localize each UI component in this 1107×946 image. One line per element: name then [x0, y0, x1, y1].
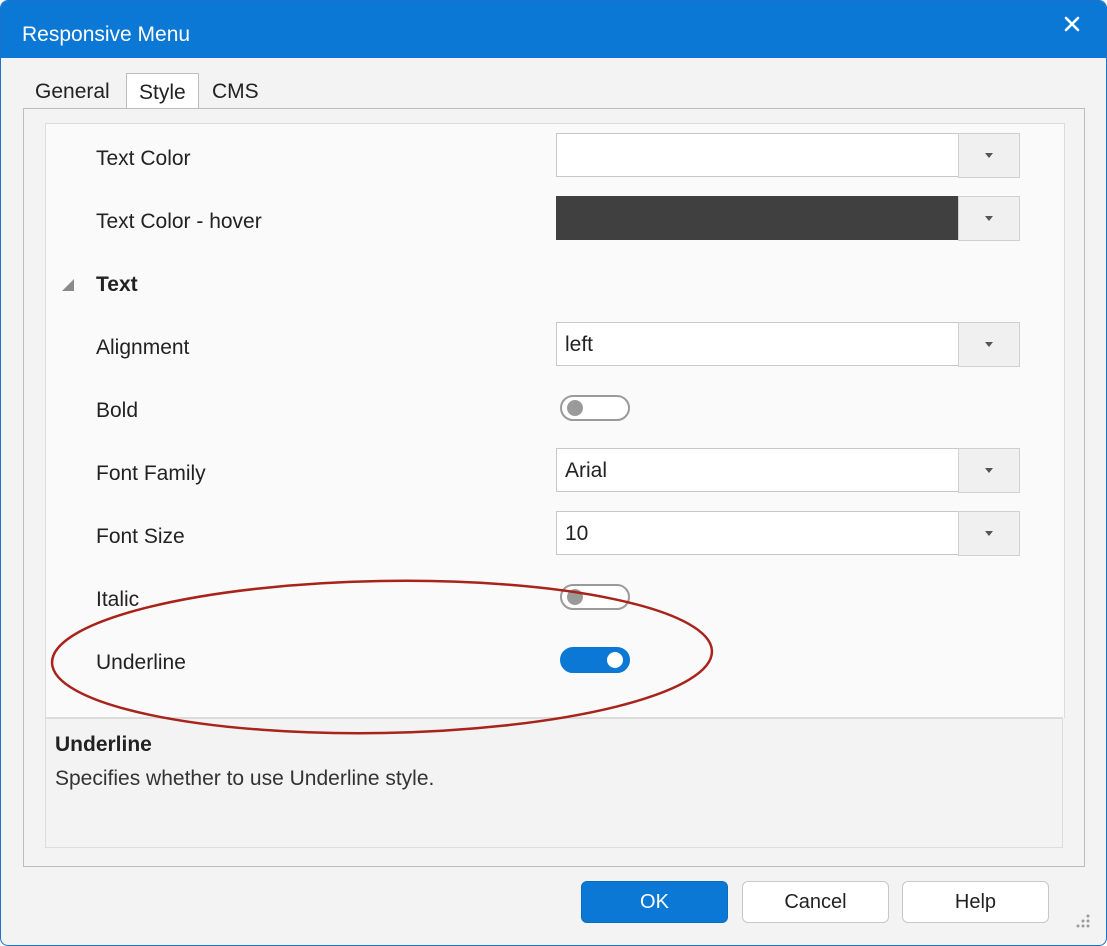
tab-general[interactable]: General	[35, 73, 110, 108]
alignment-select[interactable]: left	[556, 322, 1018, 366]
help-button[interactable]: Help	[902, 881, 1049, 923]
text-color-dropdown-button[interactable]	[958, 133, 1020, 178]
property-grid: Text Color Text Color - hover Text Align…	[45, 123, 1065, 718]
chevron-down-icon	[985, 531, 993, 536]
text-color-hover-dropdown-button[interactable]	[958, 196, 1020, 241]
italic-label: Italic	[96, 588, 140, 611]
bold-toggle[interactable]	[560, 395, 630, 421]
title-bar: Responsive Menu	[1, 1, 1106, 58]
font-size-select[interactable]: 10	[556, 511, 1018, 555]
chevron-down-icon	[985, 342, 993, 347]
style-tab-panel: Text Color Text Color - hover Text Align…	[23, 108, 1085, 867]
alignment-value: left	[565, 333, 594, 356]
close-button[interactable]	[1055, 9, 1089, 39]
collapse-triangle-icon[interactable]	[62, 279, 74, 291]
description-title: Underline	[55, 733, 152, 756]
font-size-dropdown-button[interactable]	[958, 511, 1020, 556]
cancel-button[interactable]: Cancel	[742, 881, 889, 923]
close-icon	[1064, 16, 1080, 32]
toggle-knob	[567, 400, 583, 416]
tab-style[interactable]: Style	[126, 73, 199, 110]
font-family-select[interactable]: Arial	[556, 448, 1018, 492]
chevron-down-icon	[985, 468, 993, 473]
text-color-hover-label: Text Color - hover	[96, 210, 262, 233]
dialog-window: Responsive Menu General Style CMS Text C…	[0, 0, 1107, 946]
italic-toggle[interactable]	[560, 584, 630, 610]
description-text: Specifies whether to use Underline style…	[55, 767, 435, 790]
chevron-down-icon	[985, 153, 993, 158]
alignment-dropdown-button[interactable]	[958, 322, 1020, 367]
toggle-knob	[567, 589, 583, 605]
font-family-dropdown-button[interactable]	[958, 448, 1020, 493]
underline-label: Underline	[96, 651, 186, 674]
dialog-title: Responsive Menu	[22, 23, 191, 46]
ok-button[interactable]: OK	[581, 881, 728, 923]
section-text-header: Text	[96, 273, 138, 296]
resize-grip-icon[interactable]	[1073, 913, 1091, 931]
font-size-label: Font Size	[96, 525, 185, 548]
underline-toggle[interactable]	[560, 647, 630, 673]
toggle-knob	[607, 652, 623, 668]
tab-cms[interactable]: CMS	[212, 73, 259, 108]
text-color-hover-field[interactable]	[556, 196, 1018, 240]
text-color-label: Text Color	[96, 147, 191, 170]
font-family-value: Arial	[565, 459, 608, 482]
text-color-field[interactable]	[556, 133, 1018, 177]
font-family-label: Font Family	[96, 462, 206, 485]
property-description-pane: Underline Specifies whether to use Under…	[45, 717, 1063, 848]
font-size-value: 10	[565, 522, 589, 545]
chevron-down-icon	[985, 216, 993, 221]
bold-label: Bold	[96, 399, 139, 422]
alignment-label: Alignment	[96, 336, 190, 359]
